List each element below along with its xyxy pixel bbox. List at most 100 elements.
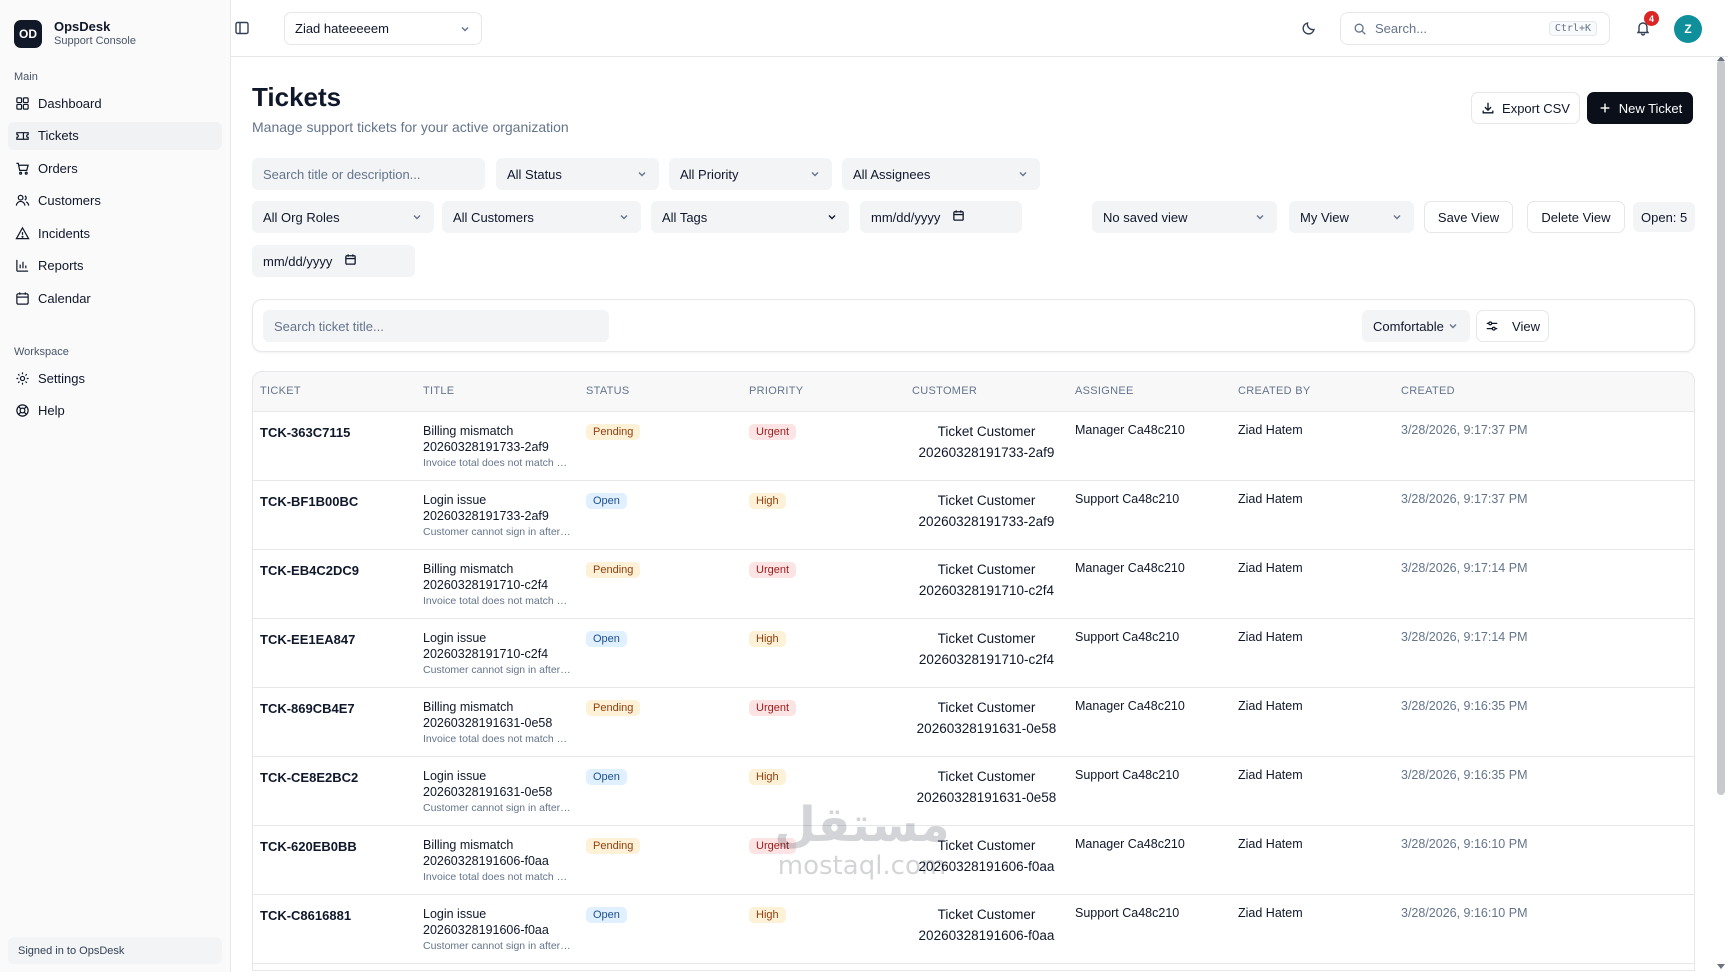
ticket-id[interactable]: TCK-CE8E2BC2 (253, 756, 416, 825)
column-header-created[interactable]: CREATED (1394, 372, 1694, 412)
scroll-down-arrow[interactable] (1717, 964, 1725, 969)
ticket-id[interactable]: TCK-EB4C2DC9 (253, 549, 416, 618)
assignee: Support Ca48c210 (1075, 491, 1180, 506)
column-header-created-by[interactable]: CREATED BY (1231, 372, 1394, 412)
sidebar-item-reports[interactable]: Reports (8, 252, 222, 280)
sidebar-item-tickets[interactable]: Tickets (8, 121, 222, 150)
user-avatar[interactable]: Z (1674, 15, 1702, 43)
scroll-up-arrow[interactable] (1717, 57, 1725, 61)
assignee: Manager Ca48c210 (1075, 560, 1185, 575)
ticket-title-search-input[interactable]: Search ticket title... (263, 310, 609, 342)
column-header-ticket[interactable]: TICKET (253, 372, 416, 412)
brand[interactable]: OD OpsDesk Support Console (0, 0, 230, 56)
ticket-title[interactable]: Billing mismatch 20260328191631-0e58 (423, 699, 572, 731)
customer-cell: Ticket Customer 20260328191606-f0aa (905, 894, 1068, 963)
priority-badge: Urgent (749, 699, 797, 716)
density-select[interactable]: Comfortable (1362, 310, 1470, 342)
created-by: Ziad Hatem (1238, 629, 1303, 644)
assignee-filter-select[interactable]: All Assignees (842, 158, 1040, 190)
tags-filter-select[interactable]: All Tags (651, 201, 849, 233)
ticket-id[interactable]: TCK-EE1EA847 (253, 618, 416, 687)
ticket-id[interactable]: TCK-363C7115 (253, 411, 416, 480)
customer-id: 20260328191733-2af9 (918, 513, 1055, 529)
ticket-id[interactable]: TCK-BF1B00BC (253, 480, 416, 549)
sidebar-item-orders[interactable]: Orders (8, 154, 222, 182)
my-view-select[interactable]: My View (1289, 201, 1414, 233)
theme-toggle-button[interactable] (1300, 19, 1318, 37)
customer-name: Ticket Customer (937, 768, 1036, 784)
status-cell: Open (579, 756, 742, 825)
export-csv-button[interactable]: Export CSV (1471, 92, 1580, 124)
table-row[interactable]: TCK-EB4C2DC9 Billing mismatch 20260328191… (253, 549, 1694, 618)
created-date: 3/28/2026, 9:17:14 PM (1401, 629, 1528, 644)
sidebar-item-dashboard[interactable]: Dashboard (8, 89, 222, 117)
status-badge: Pending (586, 837, 641, 854)
ticket-title[interactable]: Billing mismatch 20260328191606-f0aa (423, 837, 572, 869)
table-row[interactable]: TCK-869CB4E7 Billing mismatch 20260328191… (253, 687, 1694, 756)
view-options-button[interactable]: View (1476, 310, 1549, 342)
ticket-id[interactable]: TCK-620EB0BB (253, 825, 416, 894)
saved-view-value: No saved view (1103, 209, 1188, 225)
chevron-down-icon (811, 172, 819, 177)
ticket-title[interactable]: Login issue 20260328191733-2af9 (423, 492, 572, 524)
sidebar-toggle-icon (235, 21, 249, 35)
chevron-down-icon (1019, 172, 1027, 177)
save-view-button[interactable]: Save View (1424, 201, 1513, 233)
sidebar-item-help[interactable]: Help (8, 397, 222, 425)
sidebar-item-calendar[interactable]: Calendar (8, 284, 222, 312)
customer-cell: Ticket Customer 20260328191733-2af9 (905, 480, 1068, 549)
table-row[interactable]: TCK-363C7115 Billing mismatch 20260328191… (253, 411, 1694, 480)
ticket-title[interactable]: Login issue 20260328191710-c2f4 (423, 630, 572, 662)
column-header-assignee[interactable]: ASSIGNEE (1068, 372, 1231, 412)
save-view-label: Save View (1437, 209, 1500, 225)
customer-cell: Ticket Customer 20260328191631-0e58 (905, 687, 1068, 756)
ticket-id[interactable]: TCK-C8616881 (253, 894, 416, 963)
table-row[interactable]: TCK-BF1B00BC Login issue 20260328191733-2… (253, 480, 1694, 549)
column-header-priority[interactable]: PRIORITY (742, 372, 905, 412)
table-row[interactable]: TCK-CE8E2BC2 Login issue 20260328191631-0… (253, 756, 1694, 825)
sidebar: OD OpsDesk Support Console Main Dashboar… (0, 0, 231, 972)
saved-view-select[interactable]: No saved view (1092, 201, 1277, 233)
customer-filter-value: All Customers (453, 209, 534, 225)
status-cell: Open (579, 480, 742, 549)
ticket-title[interactable]: Login issue 20260328191631-0e58 (423, 768, 572, 800)
toggle-sidebar-button[interactable] (232, 16, 250, 40)
global-search-input[interactable]: Search... Ctrl+K (1340, 12, 1610, 45)
table-row[interactable]: TCK-620EB0BB Billing mismatch 20260328191… (253, 825, 1694, 894)
new-ticket-button[interactable]: New Ticket (1587, 92, 1693, 124)
sidebar-item-settings[interactable]: Settings (8, 364, 222, 392)
priority-filter-select[interactable]: All Priority (669, 158, 832, 190)
delete-view-button[interactable]: Delete View (1527, 201, 1625, 233)
sidebar-item-label: Calendar (38, 290, 91, 306)
sidebar-item-customers[interactable]: Customers (8, 187, 222, 215)
date-to-input[interactable]: mm/dd/yyyy (252, 245, 415, 277)
column-header-title[interactable]: TITLE (416, 372, 579, 412)
status-filter-select[interactable]: All Status (496, 158, 659, 190)
gear-icon (16, 371, 29, 385)
organization-select[interactable]: Ziad hateeeeem (284, 12, 482, 45)
customer-cell: Ticket Customer 20260328191710-c2f4 (905, 618, 1068, 687)
column-header-customer[interactable]: CUSTOMER (905, 372, 1068, 412)
filter-search-input[interactable]: Search title or description... (252, 158, 485, 190)
table-row[interactable]: TCK-EE1EA847 Login issue 20260328191710-c… (253, 618, 1694, 687)
org-role-filter-select[interactable]: All Org Roles (252, 201, 434, 233)
status-filter-value: All Status (507, 166, 562, 182)
ticket-title[interactable]: Billing mismatch 20260328191710-c2f4 (423, 561, 572, 593)
date-from-input[interactable]: mm/dd/yyyy (860, 201, 1022, 233)
ticket-title[interactable]: Login issue 20260328191606-f0aa (423, 906, 572, 938)
ticket-id[interactable]: TCK-869CB4E7 (253, 687, 416, 756)
table-row[interactable]: TCK-C8616881 Login issue 20260328191606-f… (253, 894, 1694, 963)
date-from-picker[interactable] (952, 209, 965, 225)
customer-filter-select[interactable]: All Customers (442, 201, 641, 233)
column-header-status[interactable]: STATUS (579, 372, 742, 412)
notifications-button[interactable]: 4 (1634, 11, 1659, 37)
ticket-description: Customer cannot sign in after pa... (423, 801, 572, 814)
page-scrollbar[interactable] (1717, 60, 1725, 795)
sidebar-item-incidents[interactable]: Incidents (8, 219, 222, 247)
date-from-value: mm/dd/yyyy (871, 209, 941, 225)
ticket-title[interactable]: Billing mismatch 20260328191733-2af9 (423, 423, 572, 455)
created-date: 3/28/2026, 9:16:10 PM (1401, 905, 1528, 920)
ticket-icon (16, 132, 29, 140)
org-role-filter-value: All Org Roles (263, 209, 340, 225)
date-to-picker[interactable] (344, 253, 357, 269)
